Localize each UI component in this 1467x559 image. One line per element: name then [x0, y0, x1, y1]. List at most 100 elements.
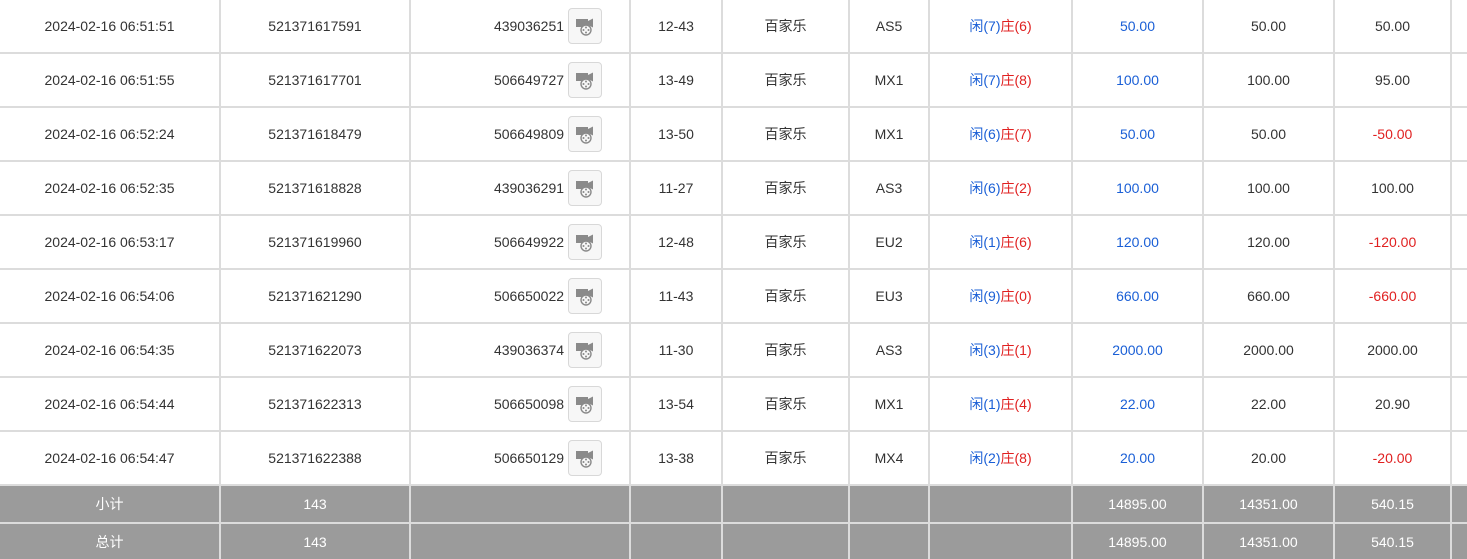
valid-bet: 660.00 [1202, 268, 1335, 324]
total-empty [848, 522, 930, 559]
round-cell: 439036374 [409, 322, 631, 378]
round-cell: 506650022 [409, 268, 631, 324]
win-loss: 20.90 [1333, 376, 1452, 432]
video-replay-icon [574, 447, 596, 469]
banker-result: 庄(8) [1000, 72, 1032, 88]
subtotal-valid-bet: 14351.00 [1202, 484, 1335, 524]
video-replay-icon [574, 339, 596, 361]
bet-number: 521371618828 [219, 160, 411, 216]
round-cell: 506649809 [409, 106, 631, 162]
row-tail [1450, 430, 1467, 486]
video-replay-button[interactable] [568, 386, 603, 422]
video-replay-button[interactable] [568, 332, 603, 368]
bet-number: 521371619960 [219, 214, 411, 270]
subtotal-empty [721, 484, 850, 524]
table-code: AS5 [848, 0, 930, 54]
game-result: 闲(6)庄(7) [928, 106, 1073, 162]
valid-bet: 2000.00 [1202, 322, 1335, 378]
table-row: 2024-02-16 06:54:47 521371622388 506650129… [0, 430, 1467, 486]
game-result: 闲(2)庄(8) [928, 430, 1073, 486]
bet-amount: 50.00 [1071, 0, 1204, 54]
video-replay-button[interactable] [568, 224, 603, 260]
round-cell: 506649922 [409, 214, 631, 270]
game-type: 百家乐 [721, 0, 850, 54]
video-replay-button[interactable] [568, 62, 603, 98]
player-result: 闲(1) [969, 234, 1001, 250]
total-empty [629, 522, 723, 559]
game-type: 百家乐 [721, 268, 850, 324]
video-replay-button[interactable] [568, 8, 603, 44]
video-replay-icon [574, 393, 596, 415]
video-replay-button[interactable] [568, 278, 603, 314]
win-loss: 95.00 [1333, 52, 1452, 108]
video-replay-icon [574, 69, 596, 91]
total-win-loss: 540.15 [1333, 522, 1452, 559]
player-result: 闲(3) [969, 342, 1001, 358]
subtotal-label: 小计 [0, 484, 221, 524]
shoe-hand: 12-48 [629, 214, 723, 270]
round-cell: 439036291 [409, 160, 631, 216]
table-row: 2024-02-16 06:51:51 521371617591 439036251… [0, 0, 1467, 54]
bet-amount: 22.00 [1071, 376, 1204, 432]
banker-result: 庄(2) [1000, 180, 1032, 196]
bet-time: 2024-02-16 06:51:51 [0, 0, 221, 54]
game-type: 百家乐 [721, 160, 850, 216]
valid-bet: 20.00 [1202, 430, 1335, 486]
video-replay-button[interactable] [568, 116, 603, 152]
win-loss: 100.00 [1333, 160, 1452, 216]
game-result: 闲(9)庄(0) [928, 268, 1073, 324]
round-wrap: 506650098 [494, 386, 603, 422]
round-number: 439036374 [493, 342, 565, 358]
game-result: 闲(7)庄(8) [928, 52, 1073, 108]
banker-result: 庄(7) [1000, 126, 1032, 142]
total-empty [928, 522, 1073, 559]
round-wrap: 506650022 [494, 278, 603, 314]
bet-amount: 120.00 [1071, 214, 1204, 270]
table-body: 2024-02-16 06:51:51 521371617591 439036251… [0, 0, 1467, 486]
table-code: MX1 [848, 376, 930, 432]
game-type: 百家乐 [721, 214, 850, 270]
table-row: 2024-02-16 06:54:35 521371622073 439036374… [0, 322, 1467, 378]
total-empty [409, 522, 631, 559]
win-loss: -20.00 [1333, 430, 1452, 486]
subtotal-empty [629, 484, 723, 524]
round-wrap: 506649922 [494, 224, 603, 260]
video-replay-icon [574, 123, 596, 145]
bet-number: 521371618479 [219, 106, 411, 162]
video-replay-button[interactable] [568, 440, 603, 476]
game-type: 百家乐 [721, 430, 850, 486]
subtotal-tail [1450, 484, 1467, 524]
bet-time: 2024-02-16 06:52:35 [0, 160, 221, 216]
bet-amount: 50.00 [1071, 106, 1204, 162]
player-result: 闲(2) [969, 450, 1001, 466]
round-cell: 506649727 [409, 52, 631, 108]
valid-bet: 100.00 [1202, 160, 1335, 216]
round-wrap: 439036291 [494, 170, 603, 206]
banker-result: 庄(8) [1000, 450, 1032, 466]
round-wrap: 439036251 [494, 8, 603, 44]
round-wrap: 506649727 [493, 62, 603, 98]
table-code: AS3 [848, 322, 930, 378]
player-result: 闲(7) [969, 72, 1001, 88]
row-tail [1450, 106, 1467, 162]
game-result: 闲(7)庄(6) [928, 0, 1073, 54]
table-code: MX4 [848, 430, 930, 486]
game-type: 百家乐 [721, 106, 850, 162]
win-loss: -120.00 [1333, 214, 1452, 270]
shoe-hand: 11-30 [629, 322, 723, 378]
game-result: 闲(1)庄(4) [928, 376, 1073, 432]
round-wrap: 506650129 [494, 440, 603, 476]
row-tail [1450, 268, 1467, 324]
game-result: 闲(3)庄(1) [928, 322, 1073, 378]
video-replay-button[interactable] [568, 170, 603, 206]
shoe-hand: 13-50 [629, 106, 723, 162]
round-number: 506649727 [493, 72, 565, 88]
subtotal-empty [848, 484, 930, 524]
game-type: 百家乐 [721, 52, 850, 108]
bet-amount: 660.00 [1071, 268, 1204, 324]
shoe-hand: 13-38 [629, 430, 723, 486]
bet-time: 2024-02-16 06:52:24 [0, 106, 221, 162]
game-result: 闲(1)庄(6) [928, 214, 1073, 270]
banker-result: 庄(6) [1000, 18, 1032, 34]
table-code: AS3 [848, 160, 930, 216]
